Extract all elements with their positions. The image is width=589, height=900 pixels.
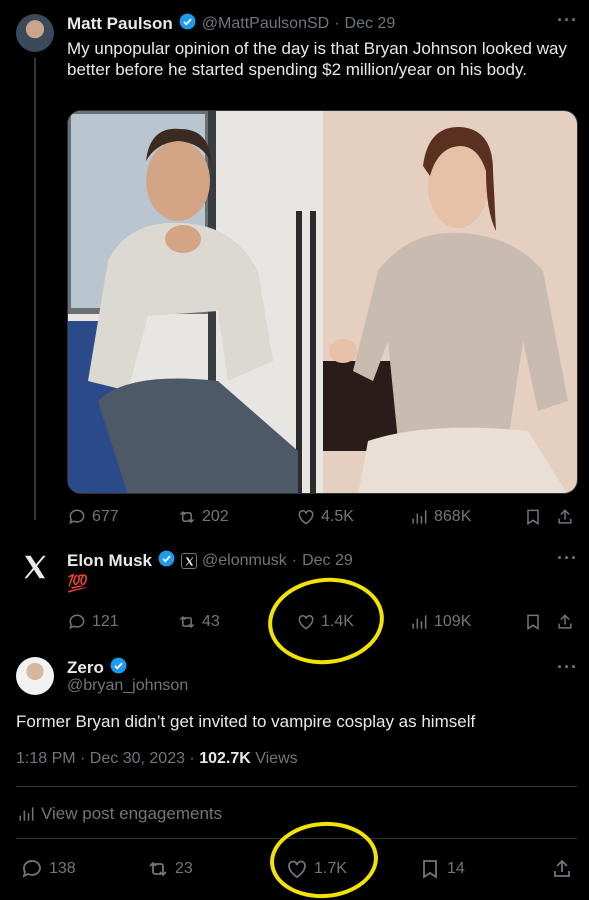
reply-count: 677 [92,508,119,525]
share-icon [558,614,572,629]
views-button[interactable]: 868K [409,507,471,527]
verified-badge-icon [178,12,197,36]
bookmark-icon [527,509,539,526]
repost-count: 202 [202,508,229,525]
repost-icon [149,861,167,877]
author-name[interactable]: Matt Paulson [67,14,173,34]
reply-count: 121 [92,613,119,630]
tweet-date[interactable]: Dec 29 [302,552,353,570]
tweet-header: Matt Paulson @MattPaulsonSD · Dec 29 [67,12,395,36]
views-chart-icon [412,615,427,629]
share-button[interactable] [555,612,575,632]
timestamp-text[interactable]: 1:18 PM · Dec 30, 2023 · [16,750,199,767]
highlight-circle [263,572,389,670]
tweet-timestamp: 1:18 PM · Dec 30, 2023 · 102.7K Views [16,750,298,768]
share-icon [558,509,572,524]
tweet-image[interactable] [67,110,578,494]
repost-icon [179,615,195,629]
like-button[interactable]: 4.5K [296,507,354,527]
bookmark-icon [527,614,539,631]
repost-count: 43 [202,613,220,630]
repost-icon [179,510,195,524]
author-handle[interactable]: @elonmusk [202,552,287,570]
engagements-label: View post engagements [41,804,223,823]
reply-button[interactable]: 138 [20,857,76,881]
author-handle[interactable]: @bryan_johnson [67,677,188,695]
repost-button[interactable]: 202 [177,507,229,527]
thread-line [34,58,36,520]
like-count: 4.5K [321,508,354,525]
author-name[interactable]: Zero [67,658,104,678]
reply-button[interactable]: 677 [67,507,119,527]
reply-icon [69,509,85,525]
views-count: 868K [434,508,472,525]
repost-count: 23 [175,860,193,877]
share-button[interactable] [550,857,574,881]
more-options-icon[interactable]: ··· [557,548,578,569]
repost-button[interactable]: 43 [177,612,220,632]
reply-icon [22,860,41,878]
verified-badge-icon [157,549,176,573]
heart-icon [298,509,314,525]
bookmark-count: 14 [447,860,465,877]
views-label: Views [250,750,298,767]
tweet-text: Former Bryan didn’t get invited to vampi… [16,712,476,731]
separator-dot: · [291,552,298,569]
author-handle[interactable]: @MattPaulsonSD [202,15,329,33]
views-button[interactable]: 109K [409,612,471,632]
author-name[interactable]: Elon Musk [67,551,152,571]
x-logo-icon[interactable] [20,552,50,582]
tweet-text: My unpopular opinion of the day is that … [67,39,567,79]
divider [16,786,577,787]
avatar[interactable] [16,657,54,695]
tweet-text: 💯 [67,574,89,593]
views-chart-icon [412,510,427,524]
bookmark-button[interactable] [523,612,543,632]
reply-icon [69,614,85,630]
avatar[interactable] [16,14,54,52]
views-number: 102.7K [199,750,251,767]
photo-comparison [68,111,577,493]
views-chart-icon [19,807,34,821]
bookmark-button[interactable]: 14 [418,857,465,881]
x-affiliate-badge-icon [181,553,198,569]
highlight-circle [267,818,381,900]
reply-count: 138 [49,860,76,877]
bookmark-button[interactable] [523,507,543,527]
bookmark-icon [423,860,437,879]
tweet-date[interactable]: Dec 29 [345,15,396,33]
share-button[interactable] [555,507,575,527]
tweet-header: Elon Musk @elonmusk · Dec 29 [67,549,353,573]
more-options-icon[interactable]: ··· [557,657,578,678]
separator-dot: · [334,15,340,32]
view-engagements-link[interactable]: View post engagements [16,804,222,824]
repost-button[interactable]: 23 [146,857,193,881]
share-icon [554,859,570,877]
reply-button[interactable]: 121 [67,612,119,632]
more-options-icon[interactable]: ··· [557,10,578,31]
views-count: 109K [434,613,472,630]
